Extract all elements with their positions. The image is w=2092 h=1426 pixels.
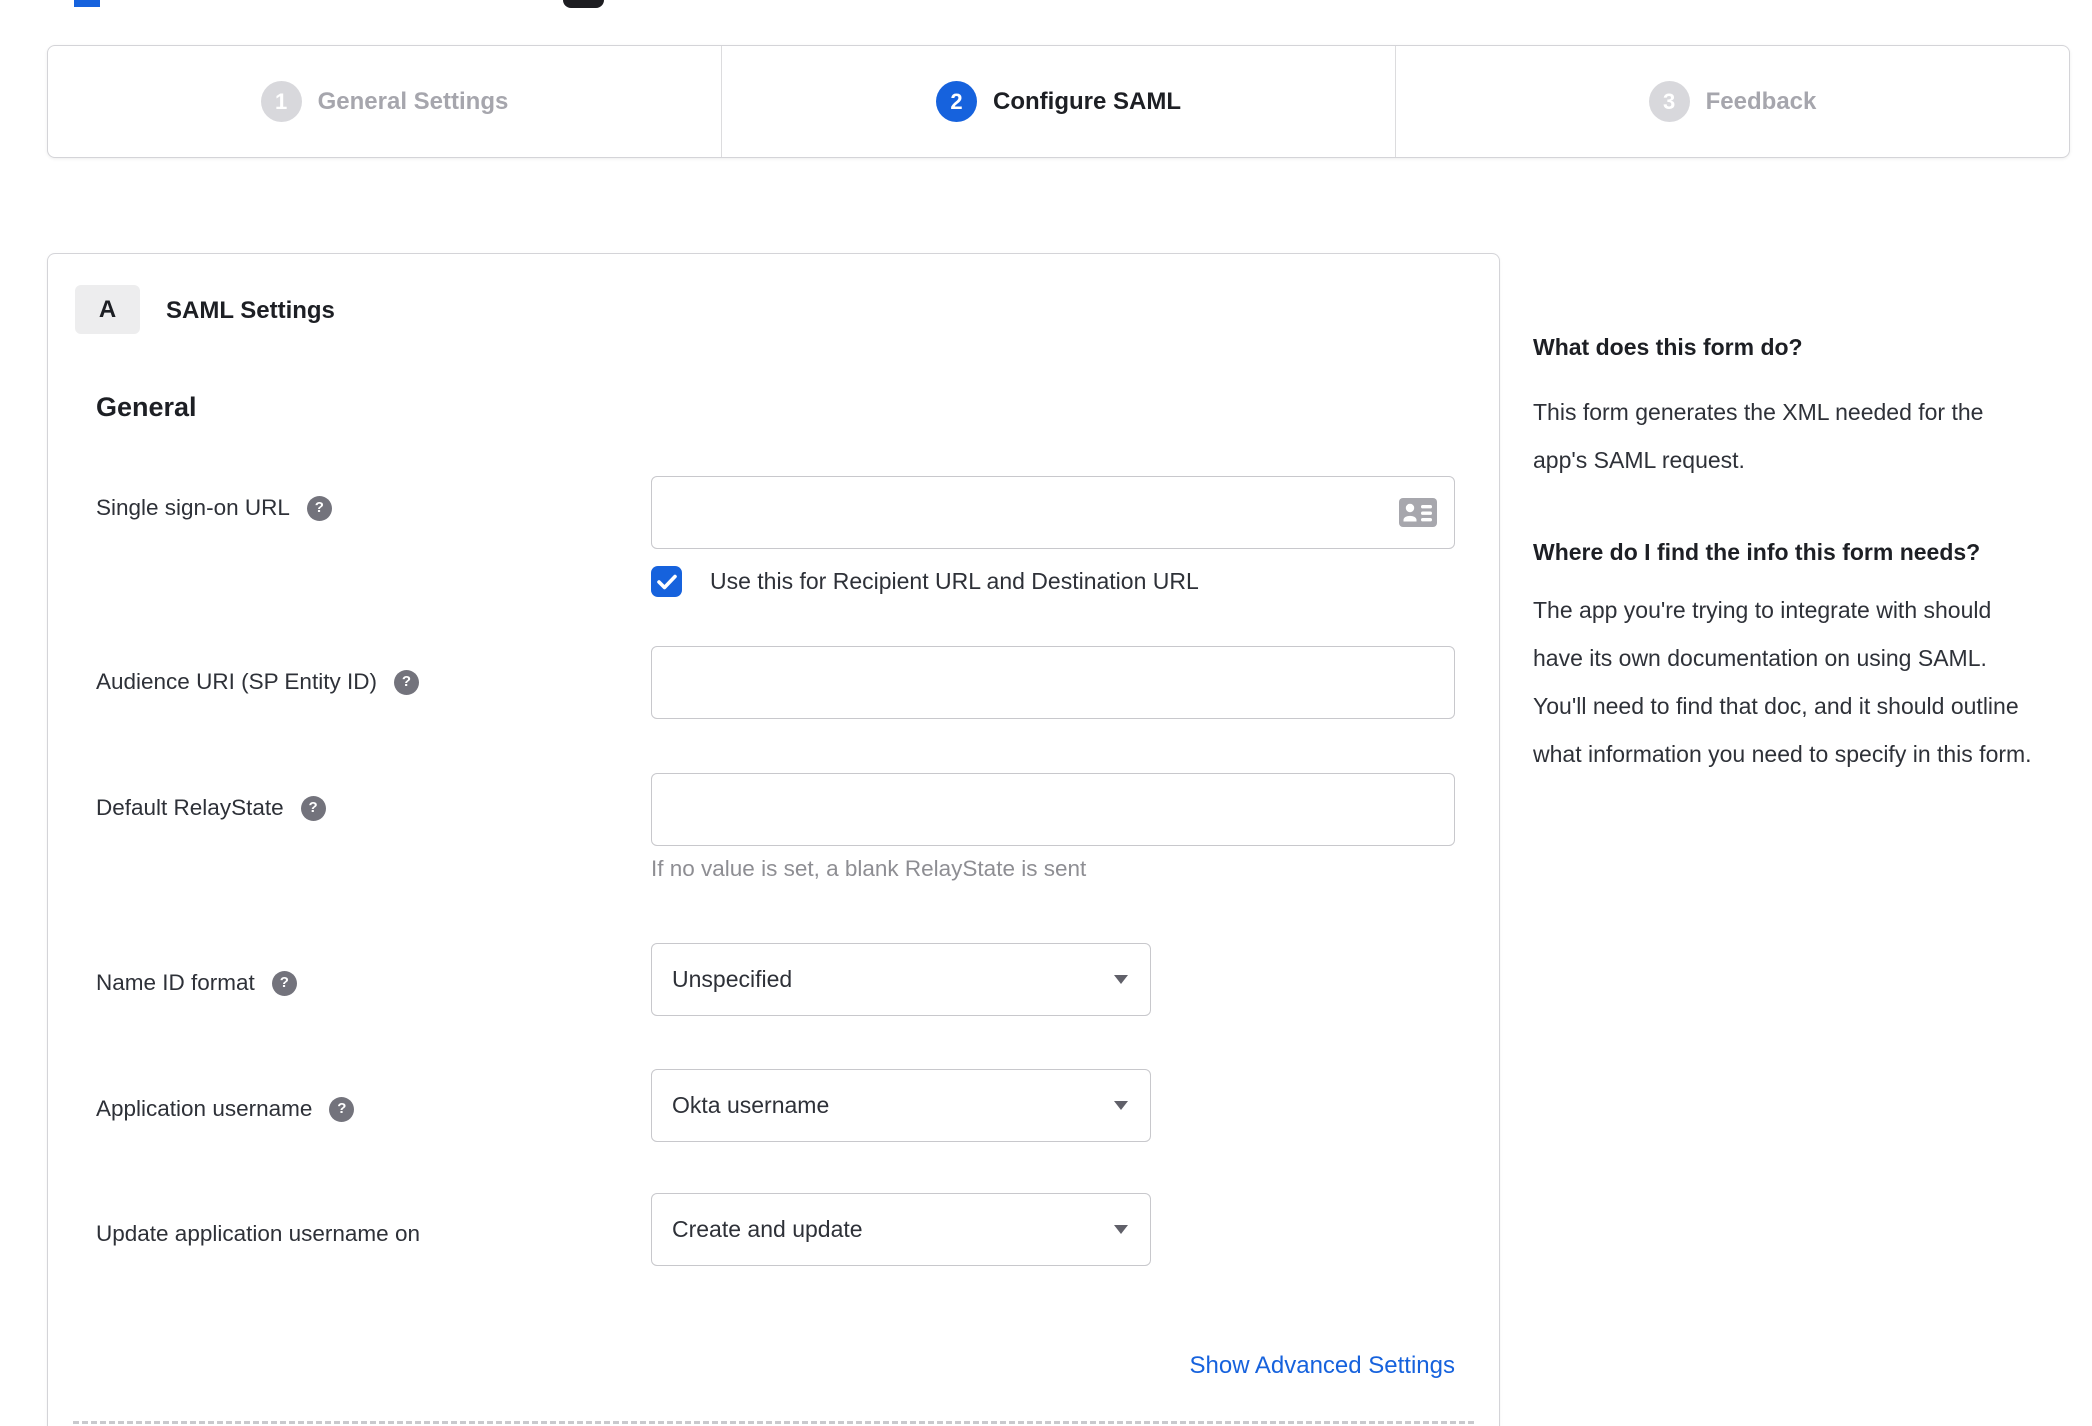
name-id-format-label-row: Name ID format ? xyxy=(96,968,297,998)
single-sign-on-url-field-wrap xyxy=(651,476,1455,549)
help-icon[interactable]: ? xyxy=(271,970,297,996)
update-username-label-row: Update application username on xyxy=(96,1219,420,1249)
single-sign-on-url-input[interactable] xyxy=(651,476,1455,549)
relaystate-helper-text: If no value is set, a blank RelayState i… xyxy=(651,856,1087,881)
default-relaystate-label-row: Default RelayState ? xyxy=(96,793,326,823)
wizard-stepper: 1 General Settings 2 Configure SAML 3 Fe… xyxy=(47,45,2070,158)
show-advanced-settings-link[interactable]: Show Advanced Settings xyxy=(651,1352,1455,1380)
help-heading-2: Where do I find the info this form needs… xyxy=(1533,539,1981,565)
chevron-down-icon xyxy=(1114,1225,1128,1234)
step-configure-saml[interactable]: 2 Configure SAML xyxy=(721,46,1395,157)
application-username-select[interactable]: Okta username xyxy=(651,1069,1151,1142)
recipient-url-checkbox-row: Use this for Recipient URL and Destinati… xyxy=(651,566,1199,597)
step-2-number-badge: 2 xyxy=(936,81,977,122)
step-general-settings[interactable]: 1 General Settings xyxy=(48,46,721,157)
chevron-down-icon xyxy=(1114,1101,1128,1110)
section-title: SAML Settings xyxy=(166,297,335,324)
check-icon xyxy=(656,574,677,589)
help-heading-1: What does this form do? xyxy=(1533,334,1803,360)
application-username-label: Application username xyxy=(96,1096,313,1121)
dashed-section-divider xyxy=(73,1421,1474,1424)
step-2-label: Configure SAML xyxy=(993,87,1181,115)
name-id-format-value: Unspecified xyxy=(672,966,793,992)
default-relaystate-input[interactable] xyxy=(651,773,1455,846)
single-sign-on-url-label: Single sign-on URL xyxy=(96,495,290,520)
default-relaystate-label: Default RelayState xyxy=(96,795,284,820)
help-icon[interactable]: ? xyxy=(306,495,332,521)
page: 1 General Settings 2 Configure SAML 3 Fe… xyxy=(0,0,2092,1426)
clipped-top-lock-fragment xyxy=(563,0,604,8)
help-body-1: This form generates the XML needed for t… xyxy=(1533,399,1984,473)
help-icon[interactable]: ? xyxy=(393,669,419,695)
step-1-number-badge: 1 xyxy=(260,81,302,122)
clipped-top-blue-fragment xyxy=(74,0,100,7)
step-feedback[interactable]: 3 Feedback xyxy=(1395,46,2069,157)
general-group-heading: General xyxy=(96,392,197,422)
step-1-label: General Settings xyxy=(317,87,509,115)
saml-settings-card: A SAML Settings General Single sign-on U… xyxy=(47,253,1500,1426)
chevron-down-icon xyxy=(1114,975,1128,984)
audience-uri-input[interactable] xyxy=(651,646,1455,719)
help-panel: What does this form do? This form genera… xyxy=(1533,330,2038,822)
section-a-badge: A xyxy=(75,285,140,334)
update-username-value: Create and update xyxy=(672,1216,863,1242)
application-username-label-row: Application username ? xyxy=(96,1094,355,1124)
recipient-url-checkbox[interactable] xyxy=(651,566,682,597)
help-icon[interactable]: ? xyxy=(329,1096,355,1122)
recipient-url-checkbox-label: Use this for Recipient URL and Destinati… xyxy=(710,568,1199,594)
name-id-format-label: Name ID format xyxy=(96,970,255,995)
single-sign-on-url-label-row: Single sign-on URL ? xyxy=(96,493,332,523)
audience-uri-label: Audience URI (SP Entity ID) xyxy=(96,669,377,694)
update-username-label: Update application username on xyxy=(96,1221,420,1246)
update-username-select[interactable]: Create and update xyxy=(651,1193,1151,1266)
application-username-value: Okta username xyxy=(672,1092,830,1118)
audience-uri-label-row: Audience URI (SP Entity ID) ? xyxy=(96,667,419,697)
help-icon[interactable]: ? xyxy=(300,795,326,821)
help-body-2: The app you're trying to integrate with … xyxy=(1533,597,2032,767)
step-3-label: Feedback xyxy=(1705,87,1817,115)
name-id-format-select[interactable]: Unspecified xyxy=(651,943,1151,1016)
step-3-number-badge: 3 xyxy=(1648,81,1690,122)
contact-card-icon xyxy=(1399,498,1437,527)
